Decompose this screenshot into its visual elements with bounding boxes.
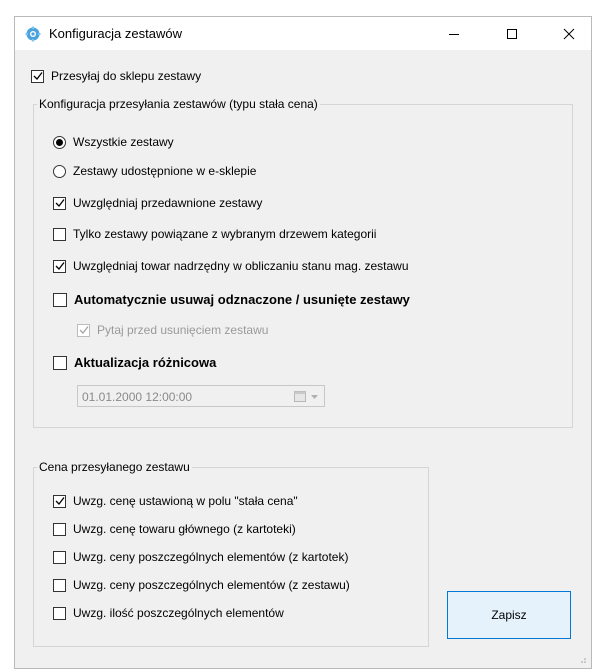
checkmark-icon: [33, 72, 43, 80]
include-parent-checkbox[interactable]: Uwzględniaj towar nadrzędny w obliczaniu…: [53, 259, 409, 273]
radio-button[interactable]: [53, 135, 66, 149]
ask-before-delete-checkbox: Pytaj przed usunięciem zestawu: [77, 323, 268, 337]
elements-quantity-checkbox[interactable]: Uwzg. ilość poszczególnych elementów: [53, 606, 284, 620]
app-gear-icon: [25, 26, 41, 42]
price-elements-catalog-label: Uwzg. ceny poszczególnych elementów (z k…: [73, 550, 349, 564]
config-group-title: Konfiguracja przesyłania zestawów (typu …: [37, 97, 320, 111]
differential-update-checkbox[interactable]: Aktualizacja różnicowa: [53, 355, 216, 370]
minimize-button[interactable]: [431, 17, 477, 50]
checkbox-box[interactable]: [53, 292, 67, 307]
differential-update-label: Aktualizacja różnicowa: [74, 355, 217, 370]
radio-all-sets-label: Wszystkie zestawy: [73, 135, 174, 149]
radio-all-sets[interactable]: Wszystkie zestawy: [53, 135, 174, 149]
checkbox-box[interactable]: [53, 227, 66, 241]
checkbox-box[interactable]: [53, 494, 66, 508]
price-fixed-label: Uwzg. cenę ustawioną w polu "stała cena": [73, 494, 298, 508]
checkbox-box[interactable]: [53, 259, 66, 273]
send-sets-label: Przesyłaj do sklepu zestawy: [51, 69, 202, 83]
save-button[interactable]: Zapisz: [447, 591, 571, 639]
price-main-product-checkbox[interactable]: Uwzg. cenę towaru głównego (z kartoteki): [53, 522, 296, 536]
close-button[interactable]: [546, 17, 592, 50]
price-elements-catalog-checkbox[interactable]: Uwzg. ceny poszczególnych elementów (z k…: [53, 550, 348, 564]
checkbox-box: [77, 323, 90, 337]
ask-before-delete-label: Pytaj przed usunięciem zestawu: [97, 323, 269, 337]
checkmark-icon: [55, 262, 65, 270]
checkbox-box[interactable]: [53, 355, 67, 370]
checkmark-icon: [55, 199, 65, 207]
window-title: Konfiguracja zestawów: [49, 26, 182, 41]
price-main-product-label: Uwzg. cenę towaru głównego (z kartoteki): [73, 522, 296, 536]
price-elements-set-checkbox[interactable]: Uwzg. ceny poszczególnych elementów (z z…: [53, 578, 350, 592]
chevron-down-icon: [311, 395, 318, 399]
maximize-icon: [507, 28, 517, 39]
checkmark-icon: [55, 497, 65, 505]
auto-delete-label: Automatycznie usuwaj odznaczone / usunię…: [74, 292, 410, 307]
checkbox-box[interactable]: [31, 69, 44, 83]
price-elements-set-label: Uwzg. ceny poszczególnych elementów (z z…: [73, 578, 350, 592]
checkmark-icon: [79, 326, 89, 334]
title-bar[interactable]: Konfiguracja zestawów: [15, 17, 591, 50]
checkbox-box[interactable]: [53, 606, 66, 620]
radio-shared-sets-label: Zestawy udostępnione w e-sklepie: [73, 164, 257, 178]
resize-grip-icon[interactable]: [579, 656, 587, 664]
close-icon: [563, 28, 575, 39]
maximize-button[interactable]: [489, 17, 535, 50]
include-parent-label: Uwzględniaj towar nadrzędny w obliczaniu…: [73, 259, 409, 273]
include-discontinued-checkbox[interactable]: Uwzględniaj przedawnione zestawy: [53, 196, 262, 210]
date-value: 01.01.2000 12:00:00: [82, 390, 193, 404]
send-sets-checkbox[interactable]: Przesyłaj do sklepu zestawy: [31, 69, 201, 83]
category-tree-label: Tylko zestawy powiązane z wybranym drzew…: [73, 227, 377, 241]
price-fixed-checkbox[interactable]: Uwzg. cenę ustawioną w polu "stała cena": [53, 494, 298, 508]
dialog-window: Konfiguracja zestawów Przesyłaj do sklep…: [14, 16, 592, 669]
calendar-icon: [294, 391, 306, 402]
radio-button[interactable]: [53, 164, 66, 178]
auto-delete-checkbox[interactable]: Automatycznie usuwaj odznaczone / usunię…: [53, 292, 410, 307]
checkbox-box[interactable]: [53, 522, 66, 536]
date-picker: 01.01.2000 12:00:00: [77, 385, 325, 407]
checkbox-box[interactable]: [53, 196, 66, 210]
checkbox-box[interactable]: [53, 550, 66, 564]
checkbox-box[interactable]: [53, 578, 66, 592]
category-tree-checkbox[interactable]: Tylko zestawy powiązane z wybranym drzew…: [53, 227, 376, 241]
include-discontinued-label: Uwzględniaj przedawnione zestawy: [73, 196, 263, 210]
elements-quantity-label: Uwzg. ilość poszczególnych elementów: [73, 606, 284, 620]
price-group-title: Cena przesyłanego zestawu: [37, 460, 192, 474]
radio-shared-sets[interactable]: Zestawy udostępnione w e-sklepie: [53, 164, 256, 178]
minimize-icon: [449, 33, 459, 35]
